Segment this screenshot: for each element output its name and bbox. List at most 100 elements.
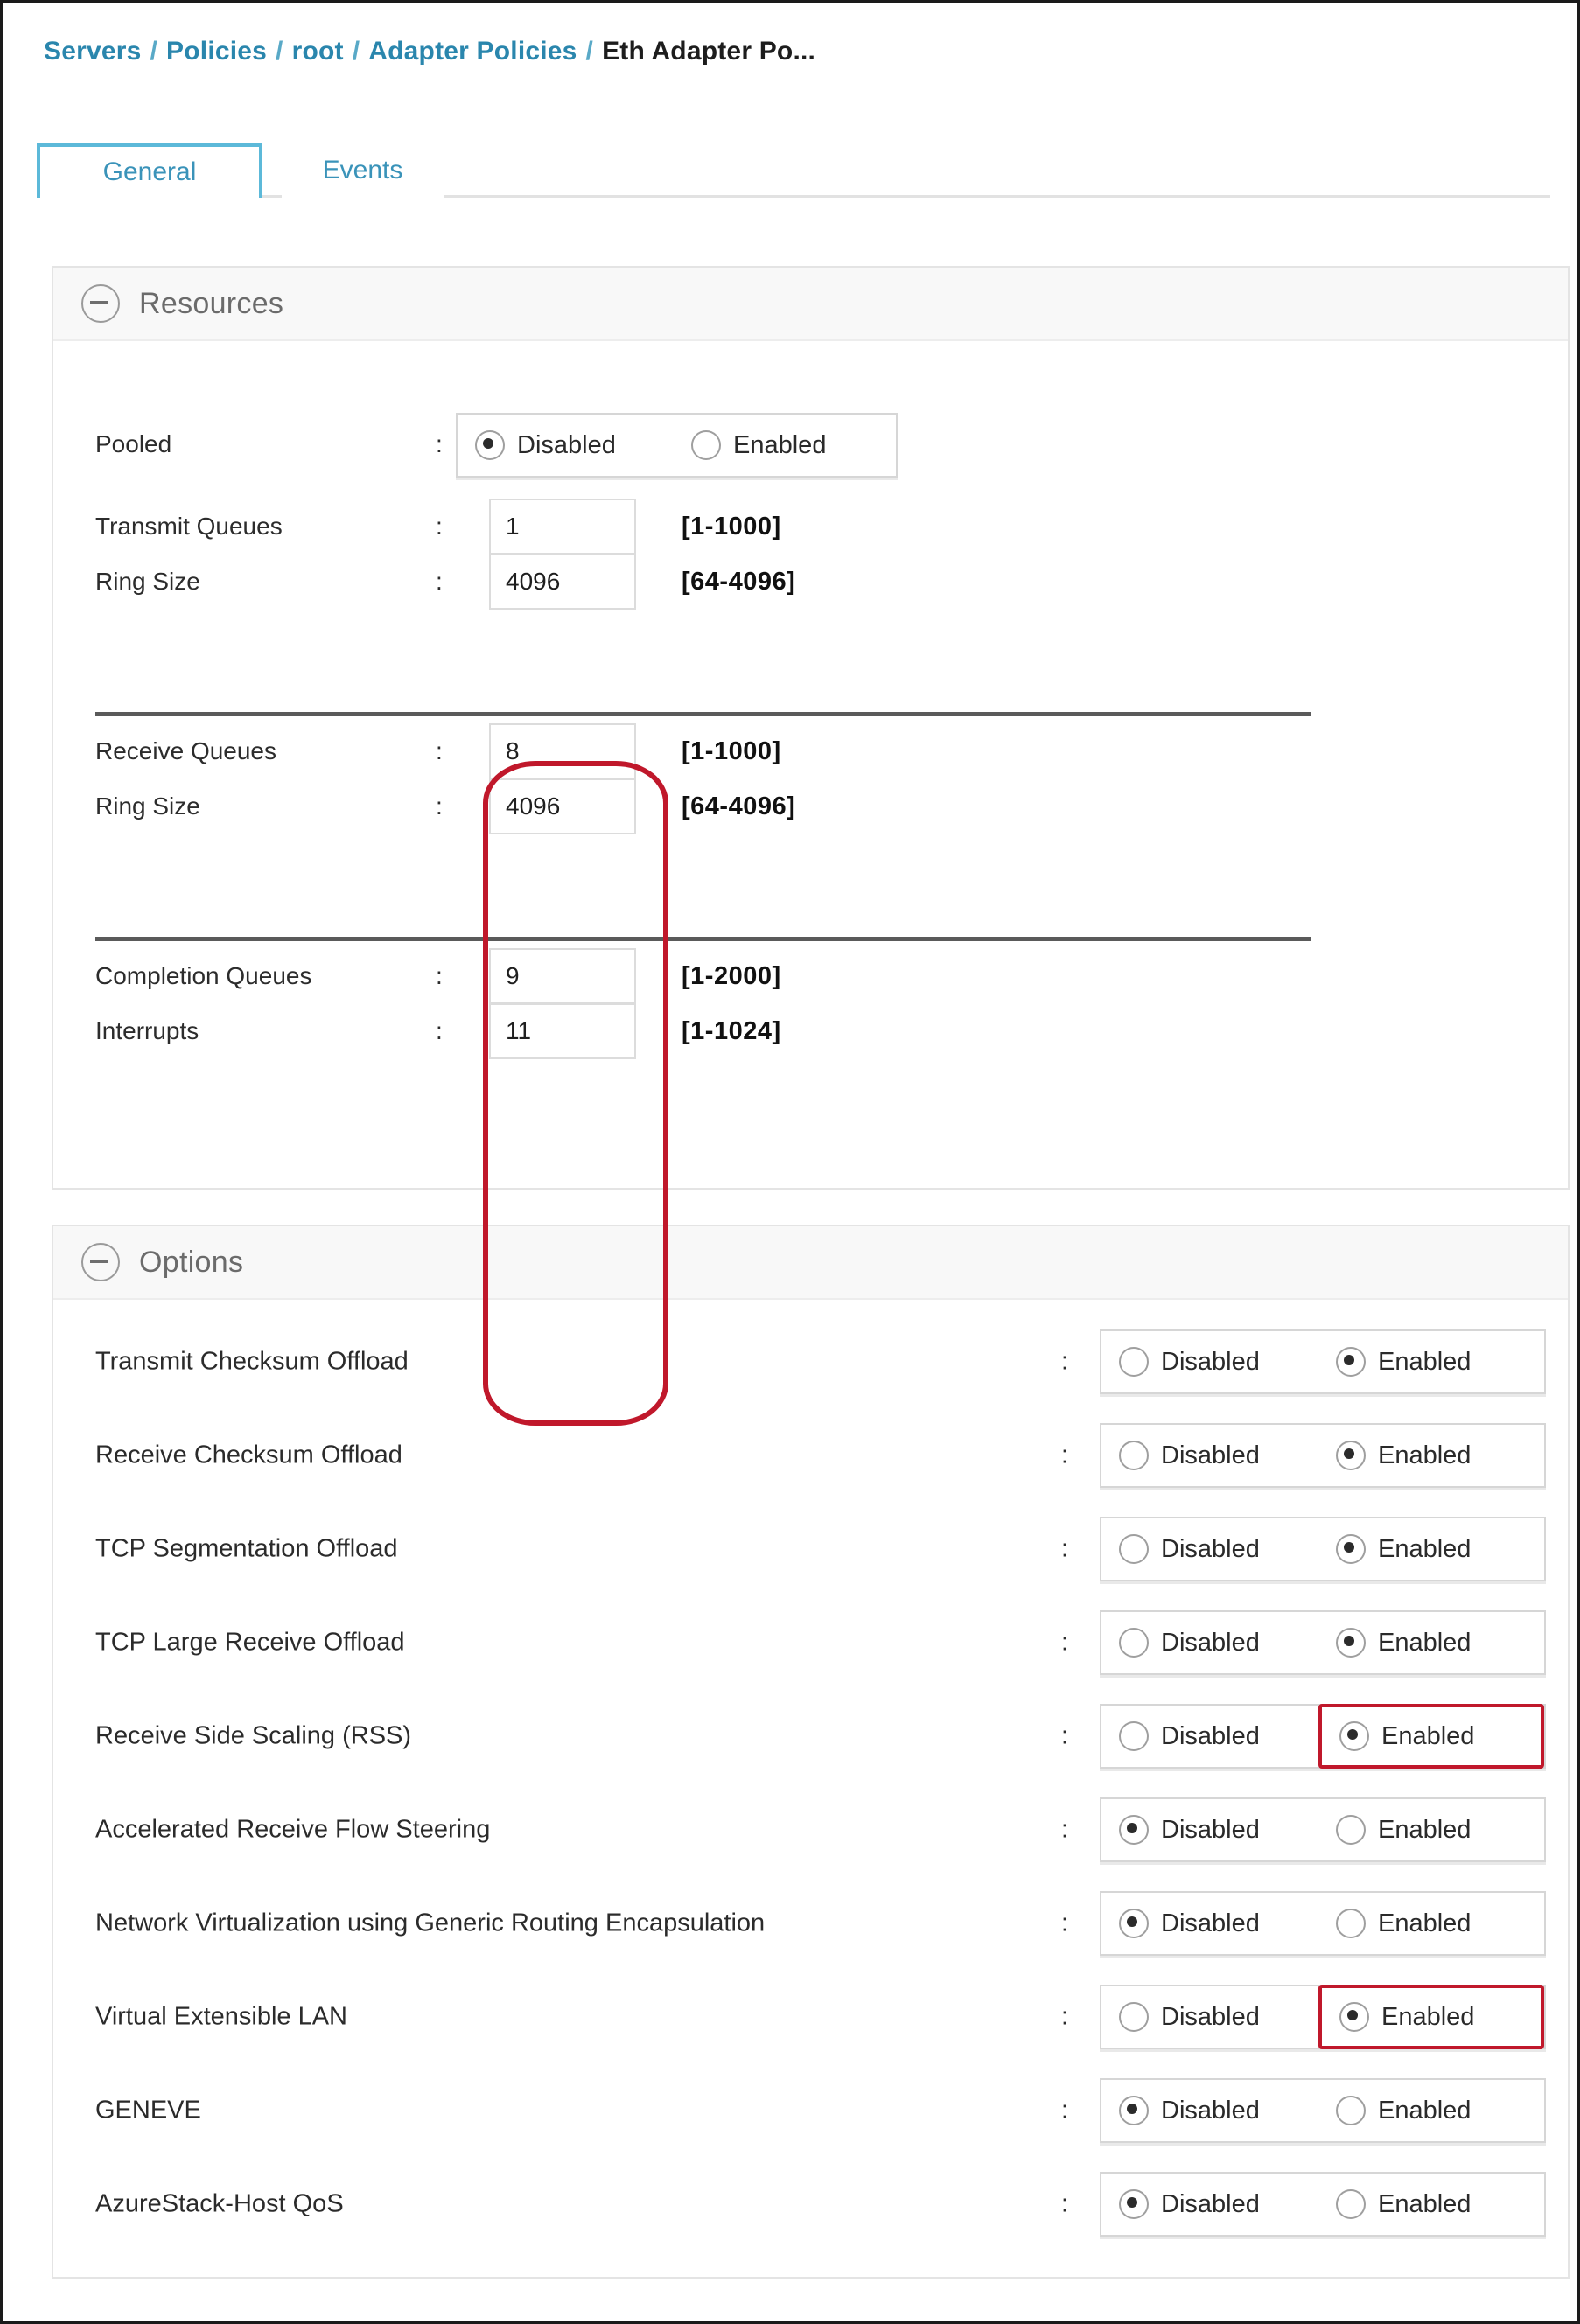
resource-field-label: Transmit Queues bbox=[95, 513, 283, 540]
breadcrumb-item-4[interactable]: Adapter Policies bbox=[368, 37, 577, 66]
radio-dot-icon[interactable] bbox=[1336, 1815, 1366, 1845]
minus-circle-icon[interactable] bbox=[81, 284, 120, 323]
option-row: TCP Large Receive Offload: Disabled Enable… bbox=[53, 1610, 1568, 1675]
option-disabled[interactable]: Disabled bbox=[1101, 2174, 1318, 2235]
option-radio-group: Disabled Enabled bbox=[1100, 1704, 1546, 1769]
option-enabled[interactable]: Enabled bbox=[1318, 1985, 1544, 2049]
radio-dot-icon[interactable] bbox=[1119, 1534, 1149, 1564]
resource-field-range: [1-2000] bbox=[682, 961, 781, 990]
option-disabled-label: Disabled bbox=[1161, 2002, 1260, 2031]
option-colon: : bbox=[1061, 2189, 1069, 2218]
option-label: Virtual Extensible LAN bbox=[95, 2002, 348, 2031]
option-row: Receive Checksum Offload: Disabled Enabled bbox=[53, 1423, 1568, 1488]
radio-dot-icon[interactable] bbox=[1336, 1534, 1366, 1564]
option-disabled[interactable]: Disabled bbox=[1101, 1612, 1318, 1673]
radio-dot-icon[interactable] bbox=[475, 430, 505, 460]
option-disabled-label: Disabled bbox=[1161, 1628, 1260, 1657]
option-radio-group: Disabled Enabled bbox=[1100, 1985, 1546, 2049]
option-enabled[interactable]: Enabled bbox=[1318, 1799, 1544, 1860]
radio-dot-icon[interactable] bbox=[1119, 1721, 1149, 1751]
option-disabled[interactable]: Disabled bbox=[1101, 1986, 1318, 2048]
pooled-option-disabled-label: Disabled bbox=[517, 430, 616, 459]
breadcrumb-separator: / bbox=[585, 37, 594, 66]
breadcrumb-item-5: Eth Adapter Po... bbox=[602, 37, 816, 66]
tab-bar: General Events bbox=[37, 143, 1550, 198]
radio-dot-icon[interactable] bbox=[1336, 1347, 1366, 1377]
resource-field-input[interactable] bbox=[489, 554, 636, 610]
radio-dot-icon[interactable] bbox=[1339, 1721, 1369, 1751]
tab-events[interactable]: Events bbox=[282, 143, 444, 198]
breadcrumb-item-3[interactable]: root bbox=[292, 37, 344, 66]
options-panel: Options Transmit Checksum Offload: Disabl… bbox=[52, 1225, 1570, 2279]
option-enabled[interactable]: Enabled bbox=[1318, 2174, 1544, 2235]
option-disabled[interactable]: Disabled bbox=[1101, 1518, 1318, 1580]
option-disabled-label: Disabled bbox=[1161, 1534, 1260, 1563]
option-enabled[interactable]: Enabled bbox=[1318, 1331, 1544, 1392]
resources-panel-header[interactable]: Resources bbox=[53, 268, 1568, 341]
options-panel-header[interactable]: Options bbox=[53, 1226, 1568, 1300]
option-disabled[interactable]: Disabled bbox=[1101, 2080, 1318, 2141]
option-enabled[interactable]: Enabled bbox=[1318, 1612, 1544, 1673]
radio-dot-icon[interactable] bbox=[1336, 1909, 1366, 1938]
tab-general-label: General bbox=[102, 157, 197, 186]
pooled-option-disabled[interactable]: Disabled bbox=[458, 415, 674, 476]
option-enabled-label: Enabled bbox=[1378, 1815, 1472, 1844]
resource-field-input[interactable] bbox=[489, 948, 636, 1004]
radio-dot-icon[interactable] bbox=[1119, 1347, 1149, 1377]
option-disabled[interactable]: Disabled bbox=[1101, 1893, 1318, 1954]
option-enabled[interactable]: Enabled bbox=[1318, 1704, 1544, 1769]
pooled-colon: : bbox=[436, 430, 443, 457]
resource-field-input[interactable] bbox=[489, 723, 636, 779]
breadcrumb-item-1[interactable]: Servers bbox=[44, 37, 142, 66]
radio-dot-icon[interactable] bbox=[1336, 1441, 1366, 1470]
breadcrumb-separator: / bbox=[276, 37, 283, 66]
option-enabled[interactable]: Enabled bbox=[1318, 1893, 1544, 1954]
radio-dot-icon[interactable] bbox=[1119, 1441, 1149, 1470]
radio-dot-icon[interactable] bbox=[1339, 2002, 1369, 2032]
radio-dot-icon[interactable] bbox=[691, 430, 722, 460]
option-colon: : bbox=[1061, 1347, 1069, 1376]
option-disabled[interactable]: Disabled bbox=[1101, 1706, 1318, 1767]
option-enabled[interactable]: Enabled bbox=[1318, 1518, 1544, 1580]
tab-events-label: Events bbox=[322, 156, 403, 185]
option-disabled[interactable]: Disabled bbox=[1101, 1331, 1318, 1392]
pooled-option-enabled[interactable]: Enabled bbox=[674, 415, 896, 476]
option-enabled[interactable]: Enabled bbox=[1318, 1425, 1544, 1486]
option-row: Receive Side Scaling (RSS): Disabled Enabl… bbox=[53, 1704, 1568, 1769]
radio-dot-icon[interactable] bbox=[1119, 1815, 1149, 1845]
option-label: AzureStack-Host QoS bbox=[95, 2189, 344, 2218]
resource-field-colon: : bbox=[436, 513, 443, 540]
breadcrumb-item-2[interactable]: Policies bbox=[166, 37, 267, 66]
resource-field-input[interactable] bbox=[489, 499, 636, 555]
option-colon: : bbox=[1061, 1628, 1069, 1657]
resource-row: Receive Queues: [1-1000] bbox=[53, 723, 1568, 779]
radio-dot-icon[interactable] bbox=[1119, 1909, 1149, 1938]
option-colon: : bbox=[1061, 1815, 1069, 1844]
resource-field-input[interactable] bbox=[489, 778, 636, 834]
option-radio-group: Disabled Enabled bbox=[1100, 1517, 1546, 1581]
radio-dot-icon[interactable] bbox=[1119, 2096, 1149, 2125]
option-disabled[interactable]: Disabled bbox=[1101, 1425, 1318, 1486]
resource-field-range: [64-4096] bbox=[682, 792, 796, 820]
option-colon: : bbox=[1061, 1721, 1069, 1750]
resource-field-input[interactable] bbox=[489, 1003, 636, 1059]
radio-dot-icon[interactable] bbox=[1119, 2189, 1149, 2219]
breadcrumb-separator: / bbox=[150, 37, 158, 66]
radio-dot-icon[interactable] bbox=[1336, 2189, 1366, 2219]
option-enabled[interactable]: Enabled bbox=[1318, 2080, 1544, 2141]
pooled-option-enabled-label: Enabled bbox=[733, 430, 827, 459]
option-label: Receive Side Scaling (RSS) bbox=[95, 1721, 412, 1750]
radio-dot-icon[interactable] bbox=[1336, 1628, 1366, 1658]
option-disabled[interactable]: Disabled bbox=[1101, 1799, 1318, 1860]
option-disabled-label: Disabled bbox=[1161, 1347, 1260, 1376]
option-radio-group: Disabled Enabled bbox=[1100, 2172, 1546, 2237]
option-label: Accelerated Receive Flow Steering bbox=[95, 1815, 491, 1844]
tab-general[interactable]: General bbox=[37, 143, 262, 198]
radio-dot-icon[interactable] bbox=[1119, 1628, 1149, 1658]
option-enabled-label: Enabled bbox=[1378, 1534, 1472, 1563]
radio-dot-icon[interactable] bbox=[1336, 2096, 1366, 2125]
minus-circle-icon[interactable] bbox=[81, 1243, 120, 1281]
option-colon: : bbox=[1061, 2096, 1069, 2125]
breadcrumb: Servers / Policies / root / Adapter Policies / E… bbox=[44, 37, 815, 66]
radio-dot-icon[interactable] bbox=[1119, 2002, 1149, 2032]
